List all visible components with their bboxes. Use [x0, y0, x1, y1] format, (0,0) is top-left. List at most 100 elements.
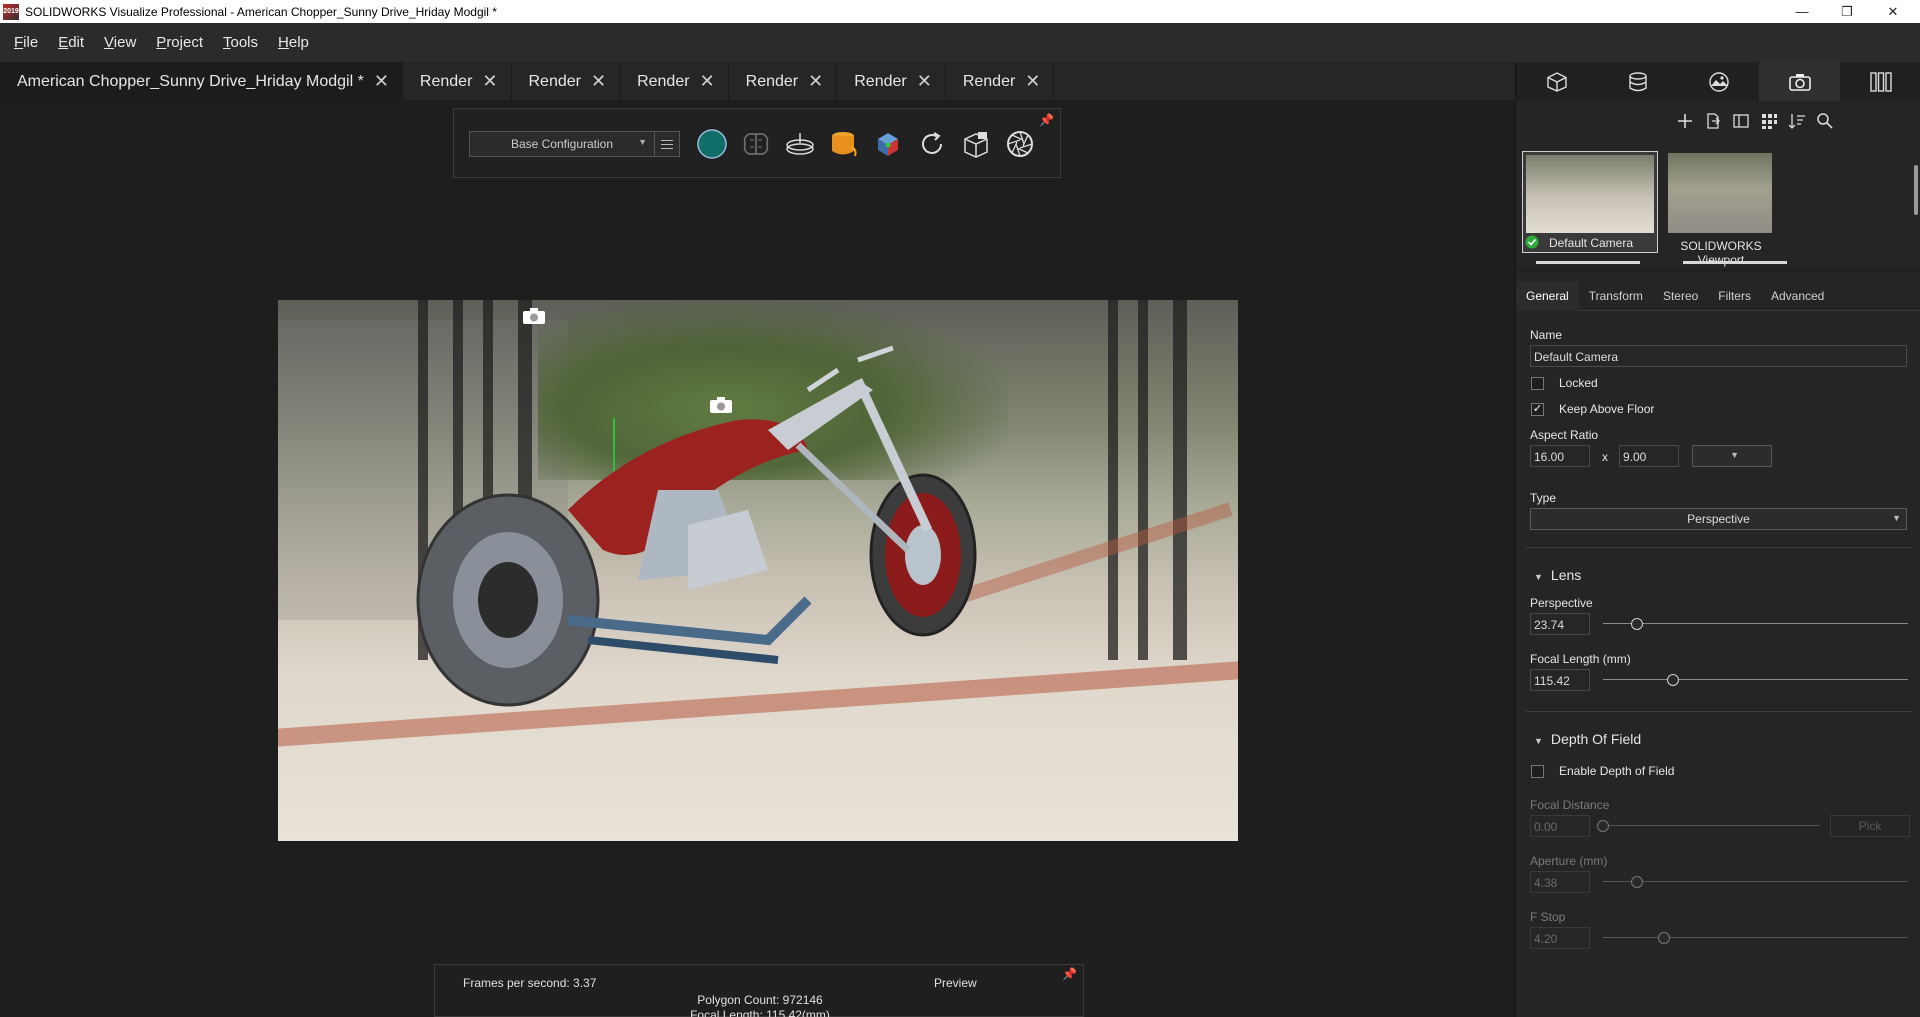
close-tab-icon[interactable]: ✕ [482, 71, 497, 92]
slider-knob[interactable] [1630, 876, 1643, 888]
aspect-width-input[interactable]: 16.00 [1530, 445, 1590, 467]
close-tab-icon[interactable]: ✕ [1025, 71, 1040, 92]
render-canvas[interactable] [278, 300, 1238, 841]
close-tab-icon[interactable]: ✕ [700, 71, 715, 92]
environment-sphere-icon[interactable] [695, 127, 729, 161]
configuration-dropdown[interactable]: Base Configuration ▼ [469, 131, 655, 157]
close-tab-icon[interactable]: ✕ [374, 71, 389, 92]
tab-label: American Chopper_Sunny Drive_Hriday Modg… [17, 72, 364, 90]
focal-distance-slider[interactable] [1597, 820, 1820, 832]
cameras-icon [1788, 73, 1811, 91]
divider [1526, 547, 1912, 548]
minimize-icon[interactable]: — [1779, 0, 1825, 23]
locked-checkbox[interactable] [1531, 377, 1544, 390]
focal-distance-input[interactable]: 0.00 [1530, 815, 1590, 837]
focal-length-input[interactable]: 115.42 [1530, 669, 1590, 691]
aperture-render-icon[interactable] [1003, 127, 1037, 161]
scrollbar-thumb[interactable] [1914, 165, 1918, 215]
close-tab-icon[interactable]: ✕ [917, 71, 932, 92]
menu-file[interactable]: File [6, 34, 46, 51]
close-tab-icon[interactable]: ✕ [591, 71, 606, 92]
tab-filters[interactable]: Filters [1708, 281, 1761, 311]
close-icon[interactable]: ✕ [1870, 0, 1916, 23]
turntable-icon[interactable] [783, 127, 817, 161]
tab-scenes[interactable] [1678, 62, 1759, 101]
restore-icon[interactable]: ❐ [1824, 0, 1870, 23]
close-tab-icon[interactable]: ✕ [808, 71, 823, 92]
tab-models[interactable] [1516, 62, 1597, 101]
tab-stereo[interactable]: Stereo [1653, 281, 1708, 311]
perspective-input[interactable]: 23.74 [1530, 613, 1590, 635]
refresh-icon[interactable] [915, 127, 949, 161]
tab-render[interactable]: Render ✕ [837, 62, 946, 101]
camera-thumb-default[interactable]: Default Camera [1522, 151, 1658, 253]
tab-transform[interactable]: Transform [1579, 281, 1653, 311]
material-bucket-icon[interactable] [827, 127, 861, 161]
ai-denoiser-icon[interactable] [739, 127, 773, 161]
slider-knob[interactable] [1658, 932, 1670, 944]
slider-knob[interactable] [1667, 674, 1680, 686]
f-stop-input[interactable]: 4.20 [1530, 927, 1590, 949]
tab-render[interactable]: Render ✕ [620, 62, 729, 101]
enable-dof-label: Enable Depth of Field [1559, 764, 1675, 778]
add-icon[interactable] [1676, 112, 1694, 130]
focal-length-slider[interactable] [1603, 674, 1908, 686]
camera-name-input[interactable]: Default Camera [1530, 345, 1907, 367]
enable-dof-checkbox[interactable] [1531, 765, 1544, 778]
chevron-down-icon: ▼ [1730, 450, 1739, 460]
f-stop-slider[interactable] [1603, 932, 1908, 944]
aspect-height-input[interactable]: 9.00 [1619, 445, 1679, 467]
tab-label: Render [419, 72, 473, 90]
search-icon[interactable] [1816, 112, 1834, 130]
menu-tools[interactable]: Tools [215, 34, 266, 51]
import-icon[interactable] [1704, 112, 1722, 130]
configuration-menu-button[interactable] [654, 131, 680, 157]
pin-icon[interactable]: 📌 [1062, 967, 1077, 981]
aspect-preset-dropdown[interactable]: ▼ [1692, 445, 1772, 467]
menu-view[interactable]: View [96, 34, 144, 51]
object-pivot-icon[interactable] [871, 127, 905, 161]
tab-render[interactable]: Render ✕ [946, 62, 1055, 101]
tab-libraries[interactable] [1840, 62, 1920, 101]
palette-toolbar [1516, 101, 1920, 141]
depth-of-field-section-header[interactable]: ▼ Depth Of Field [1534, 731, 1641, 747]
tab-render[interactable]: Render ✕ [403, 62, 512, 101]
pin-icon[interactable]: 📌 [1039, 113, 1054, 127]
menu-help[interactable]: Help [270, 34, 317, 51]
slider-knob[interactable] [1597, 820, 1609, 832]
camera-view-box-icon[interactable] [959, 127, 993, 161]
perspective-slider[interactable] [1603, 618, 1908, 630]
collapse-arrow-icon: ▼ [1534, 736, 1543, 746]
thumb-progress-bar [1683, 261, 1787, 264]
sort-icon[interactable] [1788, 112, 1806, 130]
tab-cameras[interactable] [1759, 62, 1840, 101]
menu-project[interactable]: Project [148, 34, 211, 51]
motorcycle-model[interactable] [388, 340, 1008, 720]
tab-render[interactable]: Render ✕ [512, 62, 621, 101]
camera-thumb-solidworks-viewport[interactable]: SOLIDWORKS Viewport [1666, 151, 1802, 267]
tab-render[interactable]: Render ✕ [729, 62, 838, 101]
menu-edit[interactable]: Edit [50, 34, 92, 51]
locked-label: Locked [1559, 376, 1598, 390]
camera-marker-icon[interactable] [709, 396, 733, 414]
window-title: SOLIDWORKS Visualize Professional - Amer… [25, 4, 497, 19]
camera-marker-icon[interactable] [522, 307, 546, 325]
aperture-label: Aperture (mm) [1530, 854, 1608, 868]
pick-button[interactable]: Pick [1830, 815, 1910, 837]
keep-above-floor-checkbox[interactable]: ✓ [1531, 403, 1544, 416]
layout-icon[interactable] [1732, 112, 1750, 130]
slider-knob[interactable] [1630, 618, 1643, 630]
aperture-input[interactable]: 4.38 [1530, 871, 1590, 893]
grid-view-icon[interactable] [1760, 112, 1778, 130]
tab-project[interactable]: American Chopper_Sunny Drive_Hriday Modg… [0, 62, 403, 101]
thumbnail-scrollbar[interactable] [1913, 157, 1919, 267]
palette-panel: Default Camera SOLIDWORKS Viewport Gener… [1515, 62, 1920, 1017]
aperture-slider[interactable] [1603, 876, 1908, 888]
tab-advanced[interactable]: Advanced [1761, 281, 1834, 311]
camera-type-dropdown[interactable]: Perspective ▼ [1530, 508, 1907, 530]
menu-bar: File Edit View Project Tools Help [0, 23, 1920, 62]
lens-section-header[interactable]: ▼ Lens [1534, 567, 1581, 583]
viewport[interactable]: Base Configuration ▼ 📌 Frames per second… [0, 101, 1515, 1017]
tab-general[interactable]: General [1516, 281, 1579, 311]
tab-appearances[interactable] [1597, 62, 1678, 101]
